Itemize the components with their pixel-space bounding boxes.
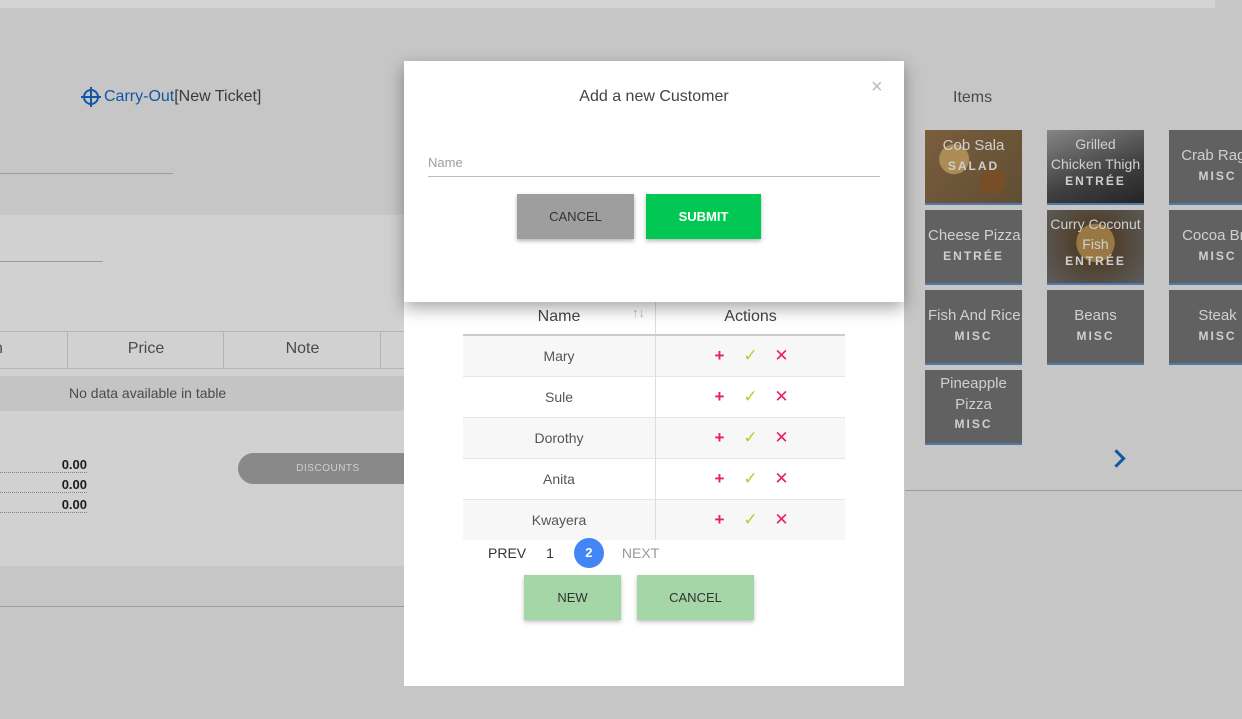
add-icon[interactable]: + [704,387,735,407]
sort-icon[interactable]: ↑↓ [632,305,645,320]
customer-name: Mary [463,334,656,377]
customer-name: Dorothy [463,417,656,459]
table-row: Sule + ✓ ✕ [463,376,845,418]
prev-page-button[interactable]: PREV [488,545,526,561]
close-icon[interactable]: ✕ [766,346,797,366]
row-actions: + ✓ ✕ [655,458,845,500]
row-actions: + ✓ ✕ [655,417,845,459]
cancel-list-button[interactable]: CANCEL [637,575,754,620]
table-row: Kwayera + ✓ ✕ [463,499,845,540]
row-actions: + ✓ ✕ [655,334,845,377]
current-page-button[interactable]: 2 [573,538,604,568]
add-customer-modal: Add a new Customer × CANCEL SUBMIT [404,61,904,302]
check-icon[interactable]: ✓ [735,346,766,366]
close-icon[interactable]: × [871,76,883,99]
add-icon[interactable]: + [704,469,735,489]
table-row: Mary + ✓ ✕ [463,334,845,377]
customer-name: Sule [463,376,656,418]
pagination: PREV 1 2 NEXT [488,538,679,568]
close-icon[interactable]: ✕ [766,469,797,489]
table-row: Anita + ✓ ✕ [463,458,845,500]
close-icon[interactable]: ✕ [766,428,797,448]
row-actions: + ✓ ✕ [655,376,845,418]
customer-list-modal: Name ↑↓ Actions Mary + ✓ ✕ Sule + ✓ ✕ Doroth… [404,280,904,686]
modal-title: Add a new Customer [579,88,729,105]
add-icon[interactable]: + [704,428,735,448]
check-icon[interactable]: ✓ [735,510,766,530]
close-icon[interactable]: ✕ [766,387,797,407]
check-icon[interactable]: ✓ [735,387,766,407]
submit-button[interactable]: SUBMIT [646,194,761,239]
name-input[interactable] [428,148,880,177]
customer-name: Anita [463,458,656,500]
column-header-name[interactable]: Name ↑↓ [463,299,656,336]
check-icon[interactable]: ✓ [735,428,766,448]
page-button[interactable]: 1 [546,545,554,561]
customer-table: Name ↑↓ Actions Mary + ✓ ✕ Sule + ✓ ✕ Doroth… [463,299,845,540]
check-icon[interactable]: ✓ [735,469,766,489]
next-page-button[interactable]: NEXT [622,545,659,561]
add-icon[interactable]: + [704,510,735,530]
cancel-button[interactable]: CANCEL [517,194,634,239]
row-actions: + ✓ ✕ [655,499,845,540]
close-icon[interactable]: ✕ [766,510,797,530]
column-header-actions: Actions [655,299,845,336]
customer-name: Kwayera [463,499,656,540]
new-customer-button[interactable]: NEW [524,575,621,620]
add-icon[interactable]: + [704,346,735,366]
table-row: Dorothy + ✓ ✕ [463,417,845,459]
